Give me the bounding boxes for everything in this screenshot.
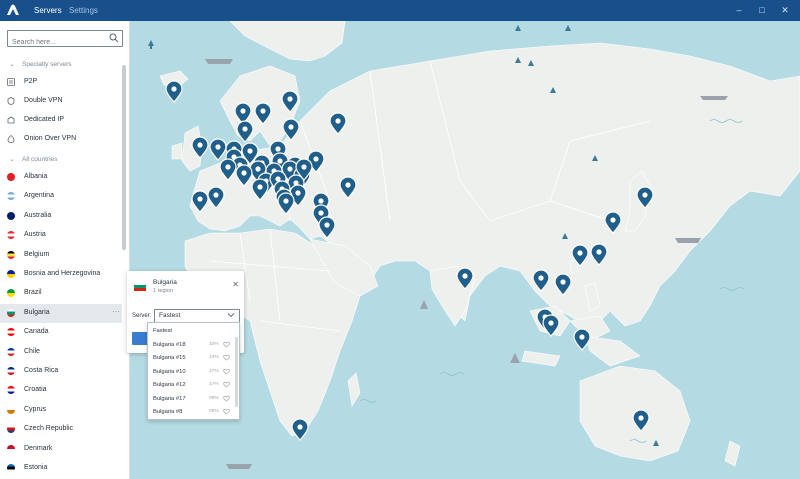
specialty-header: ⌄ Specialty servers	[8, 60, 72, 68]
tab-servers[interactable]: Servers	[34, 6, 62, 15]
sidebar-item-denmark[interactable]: Denmark	[0, 440, 122, 459]
nordvpn-logo-icon	[7, 4, 19, 15]
search-input[interactable]	[8, 35, 114, 50]
search-icon[interactable]	[109, 33, 119, 43]
sidebar-item-canada[interactable]: Canada	[0, 323, 122, 342]
heart-icon[interactable]	[223, 381, 230, 388]
chevron-down-icon[interactable]: ⌄	[8, 60, 16, 68]
flag-icon	[7, 367, 15, 375]
sidebar-item-australia[interactable]: Australia	[0, 207, 122, 226]
sidebar-item-belgium[interactable]: Belgium	[0, 246, 122, 265]
search-box[interactable]	[7, 30, 123, 50]
countries-header: ⌄ All countries	[8, 155, 58, 163]
flag-icon	[7, 406, 15, 414]
sidebar-item-brazil[interactable]: Brazil	[0, 284, 122, 303]
sidebar-item-argentina[interactable]: Argentina	[0, 187, 122, 206]
server-option[interactable]: Bulgaria #18 10%	[148, 339, 239, 352]
dropdown-scrollbar[interactable]	[235, 337, 238, 407]
heart-icon[interactable]	[223, 395, 230, 402]
heart-icon[interactable]	[223, 408, 230, 415]
sidebar-item-albania[interactable]: Albania	[0, 168, 122, 187]
sidebar-scrollbar[interactable]	[122, 65, 126, 250]
sidebar: ⌄Specialty servers P2P Double VPN Dedica…	[0, 21, 130, 479]
sidebar-item-bosnia-and-herzegovina[interactable]: Bosnia and Herzegovina	[0, 265, 122, 284]
sidebar-item-croatia[interactable]: Croatia	[0, 381, 122, 400]
maximize-icon[interactable]: □	[756, 4, 768, 16]
sidebar-item-bulgaria[interactable]: Bulgaria ···	[0, 304, 122, 323]
sidebar-item-p2p[interactable]: P2P	[0, 73, 122, 92]
heart-icon[interactable]	[223, 368, 230, 375]
server-option[interactable]: Bulgaria #17 09%	[148, 393, 239, 406]
sidebar-item-dedicated-ip[interactable]: Dedicated IP	[0, 111, 122, 130]
heart-icon[interactable]	[223, 341, 230, 348]
sidebar-item-estonia[interactable]: Estonia	[0, 459, 122, 478]
server-option[interactable]: Fastest	[148, 325, 239, 338]
server-option[interactable]: Bulgaria #10 17%	[148, 366, 239, 379]
flag-icon	[7, 445, 15, 453]
double-vpn-icon	[7, 97, 15, 105]
flag-icon	[7, 309, 15, 317]
server-load: 17%	[209, 382, 219, 387]
flag-icon	[7, 386, 15, 394]
close-icon[interactable]: ✕	[232, 280, 239, 289]
popup-title: Bulgaria	[153, 279, 177, 286]
flag-icon	[7, 212, 15, 220]
flag-icon	[7, 173, 15, 181]
p2p-icon	[7, 78, 15, 86]
flag-icon	[7, 270, 15, 278]
sidebar-item-austria[interactable]: Austria	[0, 226, 122, 245]
server-load: 13%	[209, 355, 219, 360]
server-load: 09%	[209, 409, 219, 414]
server-option[interactable]: Bulgaria #8 09%	[148, 406, 239, 419]
flag-icon	[7, 425, 15, 433]
more-options-icon[interactable]: ···	[112, 307, 120, 316]
sidebar-item-double-vpn[interactable]: Double VPN	[0, 92, 122, 111]
sidebar-item-chile[interactable]: Chile	[0, 343, 122, 362]
sidebar-item-cyprus[interactable]: Cyprus	[0, 401, 122, 420]
sidebar-item-costa-rica[interactable]: Costa Rica	[0, 362, 122, 381]
bulgaria-flag-icon	[134, 282, 146, 291]
dedicated-ip-icon	[7, 116, 15, 124]
sidebar-item-czech-republic[interactable]: Czech Republic	[0, 420, 122, 439]
flag-icon	[7, 328, 15, 336]
server-load: 17%	[209, 368, 219, 374]
server-select[interactable]: Fastest	[154, 309, 240, 323]
flag-icon	[7, 348, 15, 356]
server-option[interactable]: Bulgaria #12 17%	[148, 379, 239, 392]
server-load: 10%	[209, 341, 219, 347]
title-bar: Servers Settings – □ ✕	[0, 0, 800, 21]
server-option[interactable]: Bulgaria #15 13%	[148, 352, 239, 365]
flag-icon	[7, 251, 15, 259]
flag-icon	[7, 192, 15, 200]
popup-subtitle: 1 region	[153, 288, 173, 294]
chevron-down-icon[interactable]: ⌄	[8, 155, 16, 163]
flag-icon	[7, 231, 15, 239]
tab-settings[interactable]: Settings	[69, 6, 98, 15]
server-load: 09%	[209, 395, 219, 401]
minimize-icon[interactable]: –	[733, 4, 745, 16]
flag-icon	[7, 464, 15, 472]
sidebar-item-onion-over-vpn[interactable]: Onion Over VPN	[0, 130, 122, 149]
close-icon[interactable]: ✕	[779, 4, 791, 16]
onion-icon	[7, 135, 15, 143]
heart-icon[interactable]	[223, 354, 230, 361]
chevron-down-icon	[227, 313, 235, 318]
server-label: Server:	[132, 313, 152, 319]
flag-icon	[7, 289, 15, 297]
server-dropdown: Fastest Bulgaria #18 10% Bulgaria #15 13% Bul…	[147, 322, 240, 420]
